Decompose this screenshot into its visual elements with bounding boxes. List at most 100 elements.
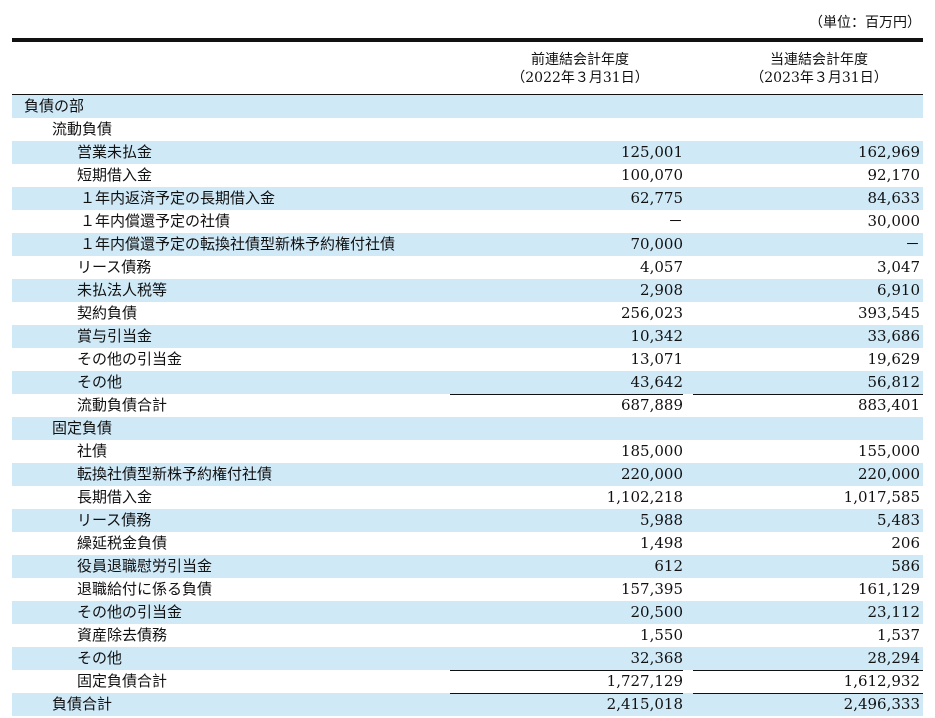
prior-year-value: 4,057 xyxy=(640,258,683,276)
current-year-value: － xyxy=(904,235,920,253)
prior-year-value: 1,550 xyxy=(640,626,683,644)
table-row: 営業未払金 125,001 162,969 xyxy=(12,141,923,164)
current-year-value: 586 xyxy=(891,557,920,575)
row-label: １年内償還予定の転換社債型新株予約権付社債 xyxy=(80,235,396,253)
current-year-value: 1,612,932 xyxy=(843,672,920,690)
prior-year-value: 20,500 xyxy=(630,603,684,621)
current-year-value: 3,047 xyxy=(877,258,920,276)
current-year-value: 6,910 xyxy=(877,281,920,299)
row-label: 流動負債合計 xyxy=(77,396,168,414)
row-label: 流動負債 xyxy=(52,120,113,138)
row-label: その他の引当金 xyxy=(77,603,183,621)
current-year-value: 19,629 xyxy=(867,350,921,368)
row-label: 営業未払金 xyxy=(77,143,153,161)
table-row: １年内返済予定の長期借入金 62,775 84,633 xyxy=(12,187,923,210)
prior-year-value: 2,908 xyxy=(640,281,683,299)
row-label: 負債の部 xyxy=(24,97,85,115)
row-label: 繰延税金負債 xyxy=(77,534,168,552)
current-year-value: 1,017,585 xyxy=(843,488,920,506)
column-header-prior-year: 前連結会計年度 （2022年３月31日） xyxy=(480,51,680,87)
current-year-value: 220,000 xyxy=(857,465,920,483)
current-year-value: 161,129 xyxy=(857,580,920,598)
column-date: （2023年３月31日） xyxy=(750,70,888,86)
table-row: 転換社債型新株予約権付社債 220,000 220,000 xyxy=(12,463,923,486)
table-row: 短期借入金 100,070 92,170 xyxy=(12,164,923,187)
current-year-value: 206 xyxy=(891,534,920,552)
row-label: 退職給付に係る負債 xyxy=(77,580,213,598)
table-row: 未払法人税等 2,908 6,910 xyxy=(12,279,923,302)
table-body: 負債の部流動負債営業未払金 125,001 162,969 短期借入金 100,070 9… xyxy=(12,95,923,716)
table-row: 長期借入金 1,102,218 1,017,585 xyxy=(12,486,923,509)
table-row-total: 負債合計 2,415,018 2,496,333 xyxy=(12,693,923,716)
table-row: 契約負債 256,023 393,545 xyxy=(12,302,923,325)
row-label: その他 xyxy=(77,373,123,391)
current-year-value: 1,537 xyxy=(877,626,920,644)
current-year-value: 162,969 xyxy=(857,143,920,161)
table-row: リース債務 4,057 3,047 xyxy=(12,256,923,279)
current-year-value: 92,170 xyxy=(867,166,921,184)
row-label: 固定負債合計 xyxy=(77,672,168,690)
row-label: リース債務 xyxy=(77,258,152,276)
prior-year-value: 185,000 xyxy=(620,442,683,460)
prior-year-value: 32,368 xyxy=(630,649,684,667)
row-label: 長期借入金 xyxy=(77,488,153,506)
prior-year-value: 220,000 xyxy=(620,465,683,483)
current-year-value: 28,294 xyxy=(867,649,921,667)
prior-year-value: 256,023 xyxy=(620,304,683,322)
current-year-value: 155,000 xyxy=(857,442,920,460)
prior-year-value: 125,001 xyxy=(620,143,683,161)
current-year-value: 84,633 xyxy=(867,189,921,207)
prior-year-value: － xyxy=(667,212,683,230)
current-year-value: 883,401 xyxy=(857,396,920,414)
prior-year-value: 100,070 xyxy=(620,166,683,184)
column-date: （2022年３月31日） xyxy=(511,70,649,86)
row-label: 転換社債型新株予約権付社債 xyxy=(77,465,273,483)
row-label: リース債務 xyxy=(77,511,152,529)
column-title: 前連結会計年度 xyxy=(531,52,629,68)
prior-year-value: 13,071 xyxy=(630,350,684,368)
current-year-value: 23,112 xyxy=(867,603,921,621)
current-year-value: 33,686 xyxy=(867,327,921,345)
table-row: 退職給付に係る負債 157,395 161,129 xyxy=(12,578,923,601)
row-label: 未払法人税等 xyxy=(77,281,168,299)
table-row: 社債 185,000 155,000 xyxy=(12,440,923,463)
prior-year-value: 1,102,218 xyxy=(606,488,683,506)
table-row: 資産除去債務 1,550 1,537 xyxy=(12,624,923,647)
prior-year-value: 70,000 xyxy=(630,235,684,253)
prior-year-value: 687,889 xyxy=(620,396,683,414)
current-year-value: 2,496,333 xyxy=(843,695,920,713)
prior-year-value: 10,342 xyxy=(630,327,684,345)
table-row: その他の引当金 13,071 19,629 xyxy=(12,348,923,371)
prior-year-value: 1,727,129 xyxy=(606,672,683,690)
table-row-total: 固定負債合計 1,727,129 1,612,932 xyxy=(12,670,923,693)
unit-note: （単位：百万円） xyxy=(809,15,921,31)
row-label: その他 xyxy=(77,649,123,667)
prior-year-value: 157,395 xyxy=(620,580,683,598)
row-label: その他の引当金 xyxy=(77,350,183,368)
row-label: 役員退職慰労引当金 xyxy=(77,557,213,575)
balance-sheet-liabilities-table: 前連結会計年度 （2022年３月31日） 当連結会計年度 （2023年３月31日… xyxy=(12,38,923,716)
prior-year-value: 62,775 xyxy=(630,189,684,207)
current-year-value: 56,812 xyxy=(867,373,921,391)
row-label: 負債合計 xyxy=(52,695,113,713)
table-row: １年内償還予定の社債 － 30,000 xyxy=(12,210,923,233)
row-label: 契約負債 xyxy=(77,304,138,322)
table-row: 役員退職慰労引当金 612 586 xyxy=(12,555,923,578)
prior-year-value: 5,988 xyxy=(640,511,683,529)
table-row: リース債務 5,988 5,483 xyxy=(12,509,923,532)
table-row-total: 流動負債合計 687,889 883,401 xyxy=(12,394,923,417)
table-row: 流動負債 xyxy=(12,118,923,141)
table-row: 固定負債 xyxy=(12,417,923,440)
table-row: その他 32,368 28,294 xyxy=(12,647,923,670)
table-row: 負債の部 xyxy=(12,95,923,118)
prior-year-value: 2,415,018 xyxy=(606,695,683,713)
current-year-value: 5,483 xyxy=(877,511,920,529)
row-label: 短期借入金 xyxy=(77,166,153,184)
row-label: １年内償還予定の社債 xyxy=(80,212,231,230)
table-header: 前連結会計年度 （2022年３月31日） 当連結会計年度 （2023年３月31日… xyxy=(12,42,923,95)
table-row: 賞与引当金 10,342 33,686 xyxy=(12,325,923,348)
table-row: １年内償還予定の転換社債型新株予約権付社債 70,000 － xyxy=(12,233,923,256)
row-label: 社債 xyxy=(77,442,108,460)
row-label: 資産除去債務 xyxy=(77,626,168,644)
prior-year-value: 43,642 xyxy=(630,373,684,391)
